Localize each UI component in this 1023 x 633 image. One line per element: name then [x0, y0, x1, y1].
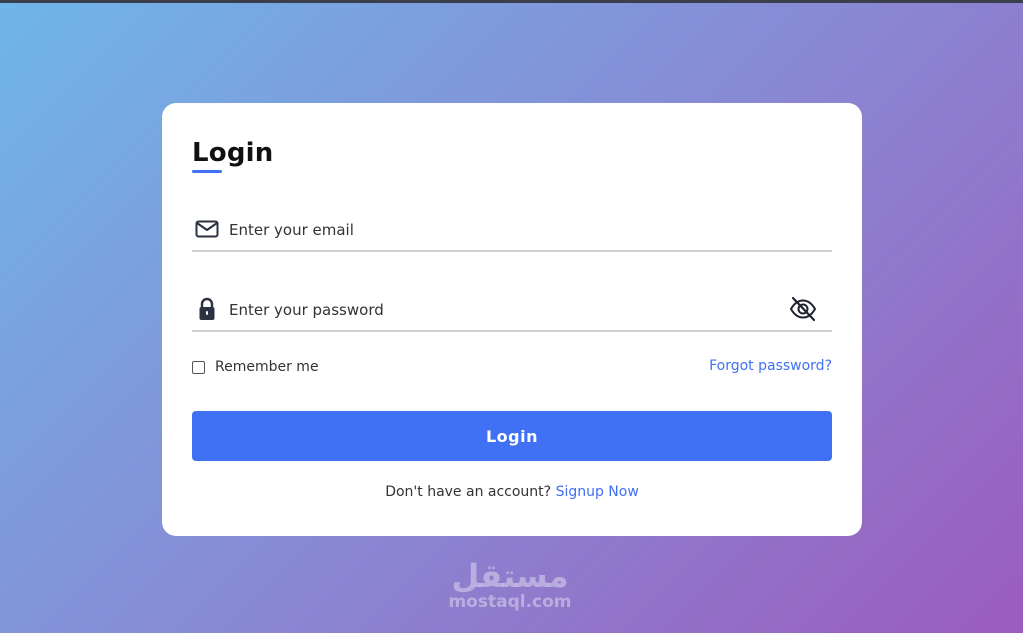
envelope-icon: [194, 216, 220, 242]
login-card: Login Enter your email Remember me Forgo…: [162, 103, 862, 536]
title-underline: [192, 170, 222, 173]
signup-link[interactable]: Signup Now: [556, 484, 639, 500]
watermark: مستقل mostaql.com: [440, 558, 580, 612]
form-header: Login: [192, 136, 273, 173]
remember-checkbox[interactable]: [192, 360, 205, 374]
email-field-row: [192, 208, 832, 252]
email-field[interactable]: [227, 214, 791, 246]
forgot-password-link[interactable]: Forgot password?: [709, 358, 832, 374]
password-field-row: [192, 288, 832, 332]
form-options-row: Remember me Forgot password?: [192, 355, 832, 379]
login-button[interactable]: Login: [192, 411, 832, 461]
eye-slash-icon[interactable]: [788, 294, 818, 324]
page-title: Login: [192, 138, 274, 168]
password-field[interactable]: [227, 294, 791, 326]
remember-label: Remember me: [215, 359, 319, 375]
watermark-arabic: مستقل: [451, 557, 569, 595]
signup-row: Don't have an account? Signup Now: [162, 484, 862, 500]
remember-me[interactable]: Remember me: [192, 355, 319, 379]
lock-icon: [194, 296, 220, 322]
signup-prompt: Don't have an account?: [385, 484, 556, 500]
watermark-latin: mostaql.com: [448, 592, 572, 612]
window-top-bar: [0, 0, 1023, 3]
